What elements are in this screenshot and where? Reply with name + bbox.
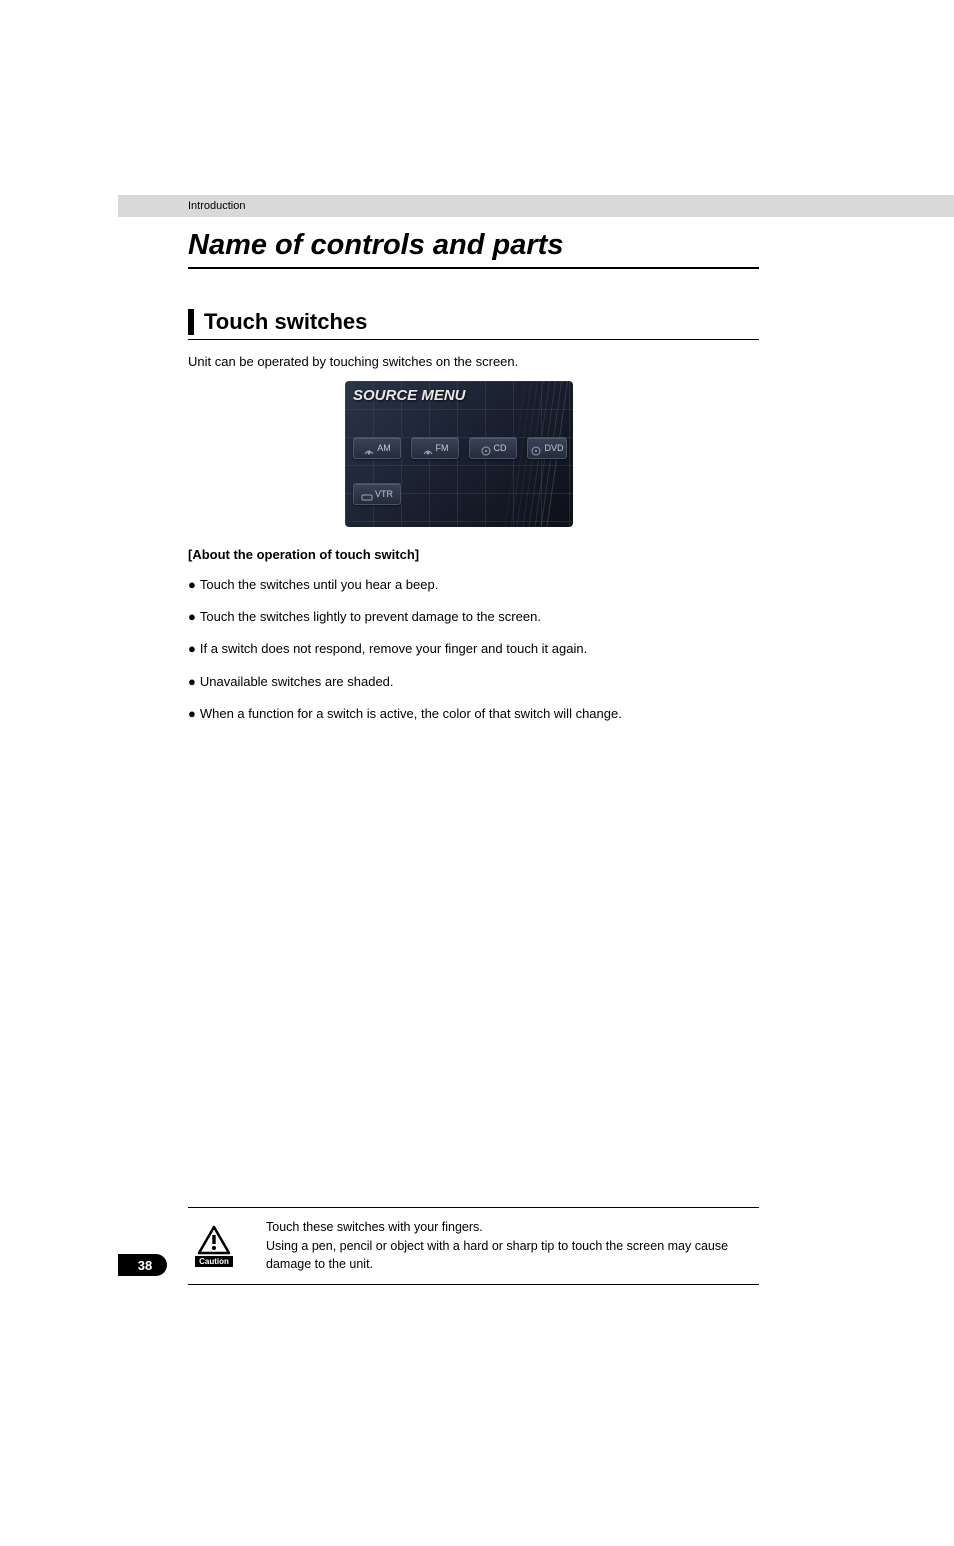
page-number: 38 — [123, 1254, 167, 1276]
disc-icon — [480, 443, 492, 453]
dvd-label: DVD — [544, 443, 563, 453]
vtr-icon — [361, 489, 373, 499]
bullet-item: ● Touch the switches until you hear a be… — [188, 576, 954, 594]
radio-icon — [363, 443, 375, 453]
bullet-dot: ● — [188, 576, 196, 594]
caution-line-1: Touch these switches with your fingers. — [266, 1218, 759, 1237]
source-button-am: AM — [353, 437, 401, 459]
bullet-dot: ● — [188, 705, 196, 723]
section-title: Touch switches — [204, 309, 367, 335]
bullet-list: ● Touch the switches until you hear a be… — [188, 576, 954, 723]
breadcrumb: Introduction — [188, 200, 245, 212]
page-title: Name of controls and parts — [188, 229, 954, 262]
bullet-dot: ● — [188, 608, 196, 626]
bullet-item: ● If a switch does not respond, remove y… — [188, 640, 954, 658]
source-menu-screenshot: SOURCE MENU AM FM CD DVD — [345, 381, 573, 527]
bullet-item: ● Unavailable switches are shaded. — [188, 673, 954, 691]
caution-line-2: Using a pen, pencil or object with a har… — [266, 1237, 759, 1275]
bullet-text: If a switch does not respond, remove you… — [200, 640, 587, 658]
subheading: [About the operation of touch switch] — [188, 547, 954, 562]
title-underline — [188, 267, 759, 269]
bullet-text: When a function for a switch is active, … — [200, 705, 622, 723]
intro-text: Unit can be operated by touching switche… — [188, 354, 954, 369]
caution-icon: Caution — [192, 1225, 236, 1267]
radio-icon — [422, 443, 434, 453]
bullet-text: Unavailable switches are shaded. — [200, 673, 394, 691]
source-button-vtr: VTR — [353, 483, 401, 505]
vtr-label: VTR — [375, 489, 393, 499]
caution-text: Touch these switches with your fingers. … — [266, 1218, 759, 1274]
cd-label: CD — [494, 443, 507, 453]
section-header: Touch switches — [188, 309, 954, 335]
caution-box: Caution Touch these switches with your f… — [188, 1207, 759, 1285]
disc-icon — [530, 443, 542, 453]
section-underline — [188, 339, 759, 340]
bullet-text: Touch the switches until you hear a beep… — [200, 576, 438, 594]
section-marker — [188, 309, 194, 335]
bullet-text: Touch the switches lightly to prevent da… — [200, 608, 541, 626]
fm-label: FM — [436, 443, 449, 453]
screen-title: SOURCE MENU — [353, 387, 466, 404]
bullet-item: ● Touch the switches lightly to prevent … — [188, 608, 954, 626]
header-bar: Introduction — [118, 195, 954, 217]
bullet-dot: ● — [188, 673, 196, 691]
caution-label: Caution — [195, 1256, 233, 1267]
source-button-dvd: DVD — [527, 437, 567, 459]
am-label: AM — [377, 443, 391, 453]
source-button-fm: FM — [411, 437, 459, 459]
bullet-dot: ● — [188, 640, 196, 658]
source-button-cd: CD — [469, 437, 517, 459]
bullet-item: ● When a function for a switch is active… — [188, 705, 954, 723]
warning-triangle-icon — [197, 1225, 231, 1255]
